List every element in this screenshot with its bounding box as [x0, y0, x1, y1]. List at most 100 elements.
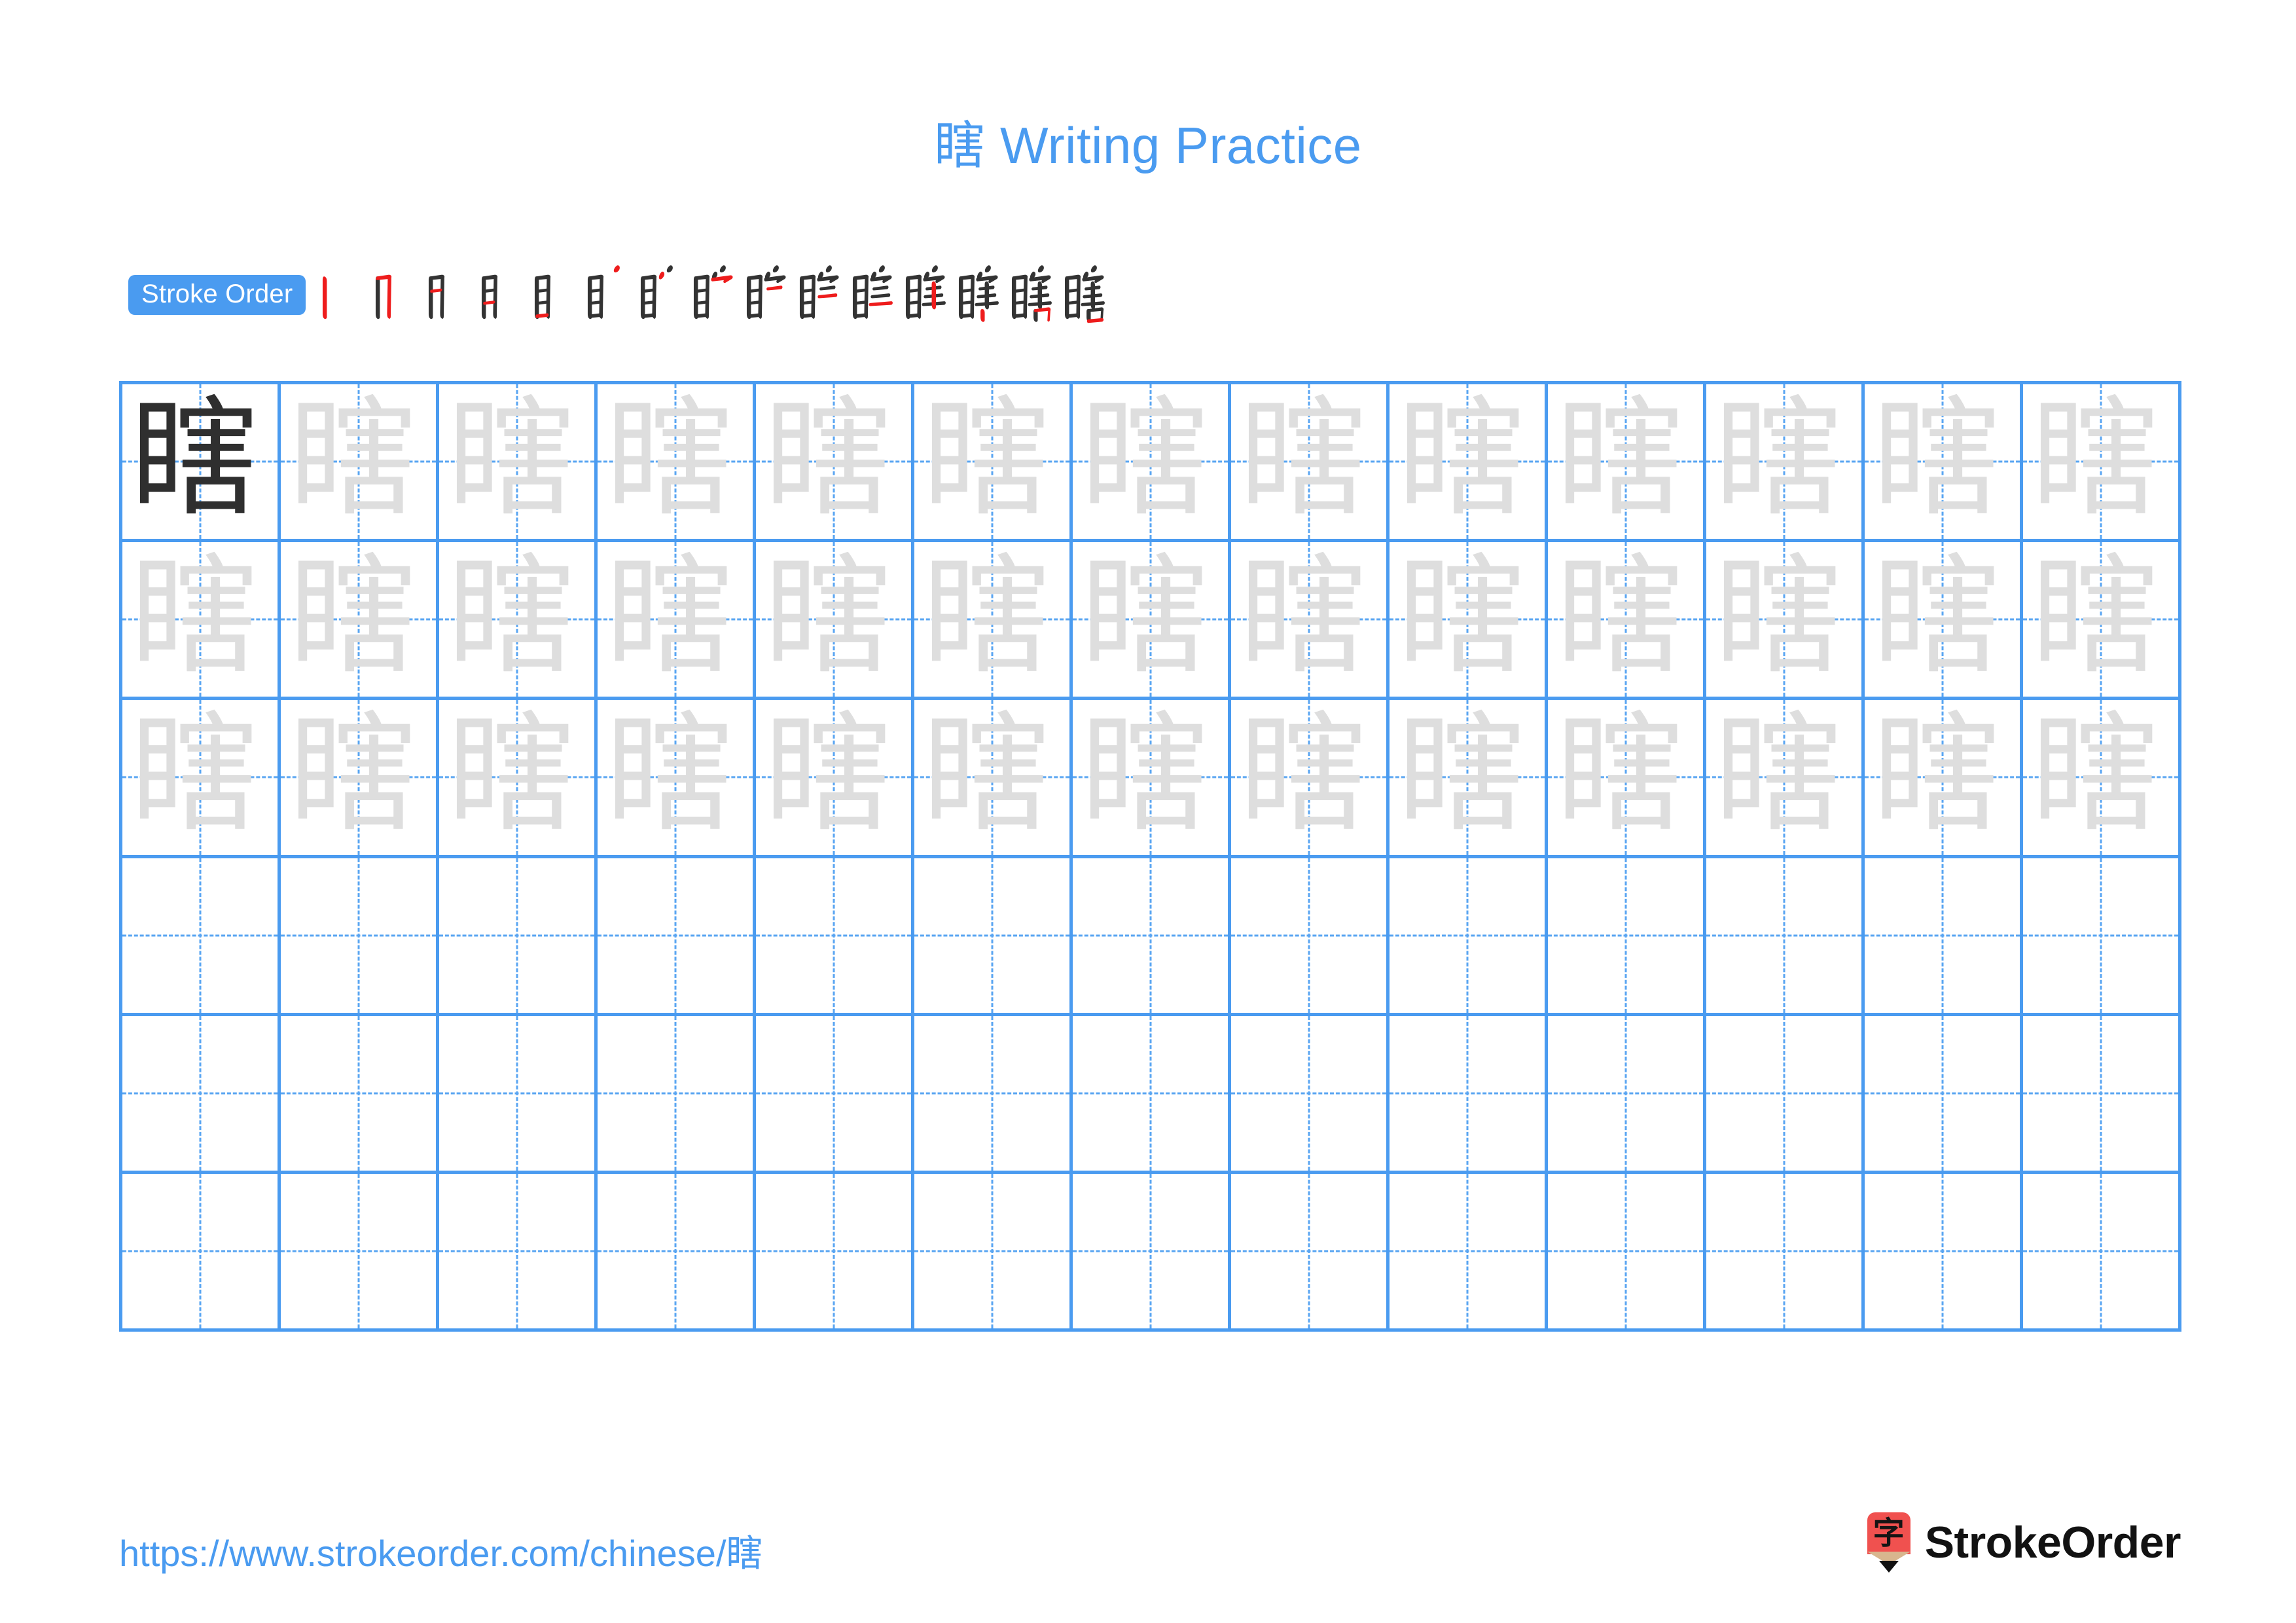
empty-cell [439, 858, 594, 1013]
grid-cell-r6-c5[interactable] [756, 1173, 914, 1332]
empty-cell [1706, 1174, 1861, 1328]
grid-cell-r1-c7[interactable]: 瞎 [1073, 384, 1231, 543]
grid-cell-r6-c3[interactable] [439, 1173, 598, 1332]
grid-cell-r4-c11[interactable] [1706, 858, 1865, 1016]
grid-cell-r1-c4[interactable]: 瞎 [598, 384, 756, 543]
grid-cell-r2-c3[interactable]: 瞎 [439, 542, 598, 701]
trace-character: 瞎 [447, 384, 576, 534]
grid-cell-r6-c1[interactable] [122, 1173, 281, 1332]
grid-cell-r3-c9[interactable]: 瞎 [1390, 700, 1548, 858]
grid-cell-r3-c6[interactable]: 瞎 [914, 700, 1073, 858]
grid-cell-r5-c9[interactable] [1390, 1015, 1548, 1174]
stroke-1 [906, 276, 910, 319]
empty-cell [756, 1016, 911, 1171]
grid-cell-r1-c8[interactable]: 瞎 [1231, 384, 1390, 543]
grid-cell-r2-c5[interactable]: 瞎 [756, 542, 914, 701]
grid-cell-r2-c4[interactable]: 瞎 [598, 542, 756, 701]
grid-cell-r5-c4[interactable] [598, 1015, 756, 1174]
grid-cell-r4-c8[interactable] [1231, 858, 1390, 1016]
grid-cell-r5-c10[interactable] [1548, 1015, 1706, 1174]
grid-cell-r3-c7[interactable]: 瞎 [1073, 700, 1231, 858]
grid-cell-r5-c1[interactable] [122, 1015, 281, 1174]
grid-cell-r6-c10[interactable] [1548, 1173, 1706, 1332]
footer-url[interactable]: https://www.strokeorder.com/chinese/瞎 [119, 1524, 763, 1577]
grid-cell-r3-c4[interactable]: 瞎 [598, 700, 756, 858]
grid-cell-r2-c13[interactable]: 瞎 [2023, 542, 2181, 701]
grid-cell-r1-c12[interactable]: 瞎 [1865, 384, 2023, 543]
stroke-1 [959, 276, 963, 319]
grid-cell-r5-c12[interactable] [1865, 1015, 2023, 1174]
grid-cell-r3-c2[interactable]: 瞎 [281, 700, 439, 858]
grid-cell-r2-c9[interactable]: 瞎 [1390, 542, 1548, 701]
grid-cell-r5-c5[interactable] [756, 1015, 914, 1174]
grid-cell-r4-c1[interactable] [122, 858, 281, 1016]
grid-cell-r1-c10[interactable]: 瞎 [1548, 384, 1706, 543]
grid-cell-r6-c12[interactable] [1865, 1173, 2023, 1332]
grid-cell-r4-c5[interactable] [756, 858, 914, 1016]
stroke-step-diagram [376, 274, 392, 319]
grid-cell-r6-c11[interactable] [1706, 1173, 1865, 1332]
grid-cell-r5-c2[interactable] [281, 1015, 439, 1174]
grid-cell-r5-c3[interactable] [439, 1015, 598, 1174]
grid-cell-r5-c7[interactable] [1073, 1015, 1231, 1174]
grid-cell-r5-c13[interactable] [2023, 1015, 2181, 1174]
grid-cell-r3-c11[interactable]: 瞎 [1706, 700, 1865, 858]
grid-cell-r2-c2[interactable]: 瞎 [281, 542, 439, 701]
grid-cell-r3-c13[interactable]: 瞎 [2023, 700, 2181, 858]
grid-cell-r6-c9[interactable] [1390, 1173, 1548, 1332]
grid-cell-r3-c10[interactable]: 瞎 [1548, 700, 1706, 858]
grid-cell-r5-c8[interactable] [1231, 1015, 1390, 1174]
grid-cell-r6-c7[interactable] [1073, 1173, 1231, 1332]
trace-character: 瞎 [447, 542, 576, 692]
grid-cell-r6-c2[interactable] [281, 1173, 439, 1332]
grid-cell-r1-c1[interactable]: 瞎 [122, 384, 281, 543]
grid-cell-r3-c12[interactable]: 瞎 [1865, 700, 2023, 858]
grid-cell-r4-c4[interactable] [598, 858, 756, 1016]
grid-cell-r5-c6[interactable] [914, 1015, 1073, 1174]
grid-cell-r6-c13[interactable] [2023, 1173, 2181, 1332]
grid-cell-r1-c6[interactable]: 瞎 [914, 384, 1073, 543]
grid-cell-r1-c13[interactable]: 瞎 [2023, 384, 2181, 543]
empty-cell [756, 858, 911, 1013]
grid-cell-r2-c7[interactable]: 瞎 [1073, 542, 1231, 701]
grid-cell-r6-c4[interactable] [598, 1173, 756, 1332]
grid-cell-r1-c5[interactable]: 瞎 [756, 384, 914, 543]
trace-character: 瞎 [1873, 384, 2001, 534]
grid-cell-r4-c10[interactable] [1548, 858, 1706, 1016]
empty-cell [281, 1174, 436, 1328]
stroke-9 [872, 285, 889, 291]
trace-character: 瞎 [1239, 542, 1368, 692]
grid-cell-r4-c9[interactable] [1390, 858, 1548, 1016]
grid-cell-r5-c11[interactable] [1706, 1015, 1865, 1174]
grid-cell-r4-c3[interactable] [439, 858, 598, 1016]
grid-cell-r2-c11[interactable]: 瞎 [1706, 542, 1865, 701]
grid-cell-r6-c6[interactable] [914, 1173, 1073, 1332]
grid-cell-r4-c6[interactable] [914, 858, 1073, 1016]
empty-cell [598, 1174, 753, 1328]
grid-cell-r4-c13[interactable] [2023, 858, 2181, 1016]
grid-cell-r4-c7[interactable] [1073, 858, 1231, 1016]
grid-cell-r1-c9[interactable]: 瞎 [1390, 384, 1548, 543]
grid-cell-r1-c2[interactable]: 瞎 [281, 384, 439, 543]
pencil-tip [1878, 1561, 1899, 1573]
grid-cell-r3-c3[interactable]: 瞎 [439, 700, 598, 858]
grid-cell-r2-c10[interactable]: 瞎 [1548, 542, 1706, 701]
grid-cell-r2-c1[interactable]: 瞎 [122, 542, 281, 701]
stroke-step-13 [951, 259, 1004, 331]
trace-character: 瞎 [605, 700, 734, 850]
stroke-step-diagram [959, 265, 999, 322]
grid-cell-r1-c3[interactable]: 瞎 [439, 384, 598, 543]
stroke-10 [817, 293, 838, 299]
grid-cell-r3-c5[interactable]: 瞎 [756, 700, 914, 858]
grid-cell-r4-c12[interactable] [1865, 858, 2023, 1016]
grid-cell-r1-c11[interactable]: 瞎 [1706, 384, 1865, 543]
grid-cell-r2-c12[interactable]: 瞎 [1865, 542, 2023, 701]
grid-cell-r4-c2[interactable] [281, 858, 439, 1016]
grid-cell-r3-c1[interactable]: 瞎 [122, 700, 281, 858]
grid-cell-r6-c8[interactable] [1231, 1173, 1390, 1332]
grid-cell-r2-c8[interactable]: 瞎 [1231, 542, 1390, 701]
empty-cell [122, 858, 278, 1013]
stroke-1 [376, 276, 380, 319]
grid-cell-r3-c8[interactable]: 瞎 [1231, 700, 1390, 858]
grid-cell-r2-c6[interactable]: 瞎 [914, 542, 1073, 701]
